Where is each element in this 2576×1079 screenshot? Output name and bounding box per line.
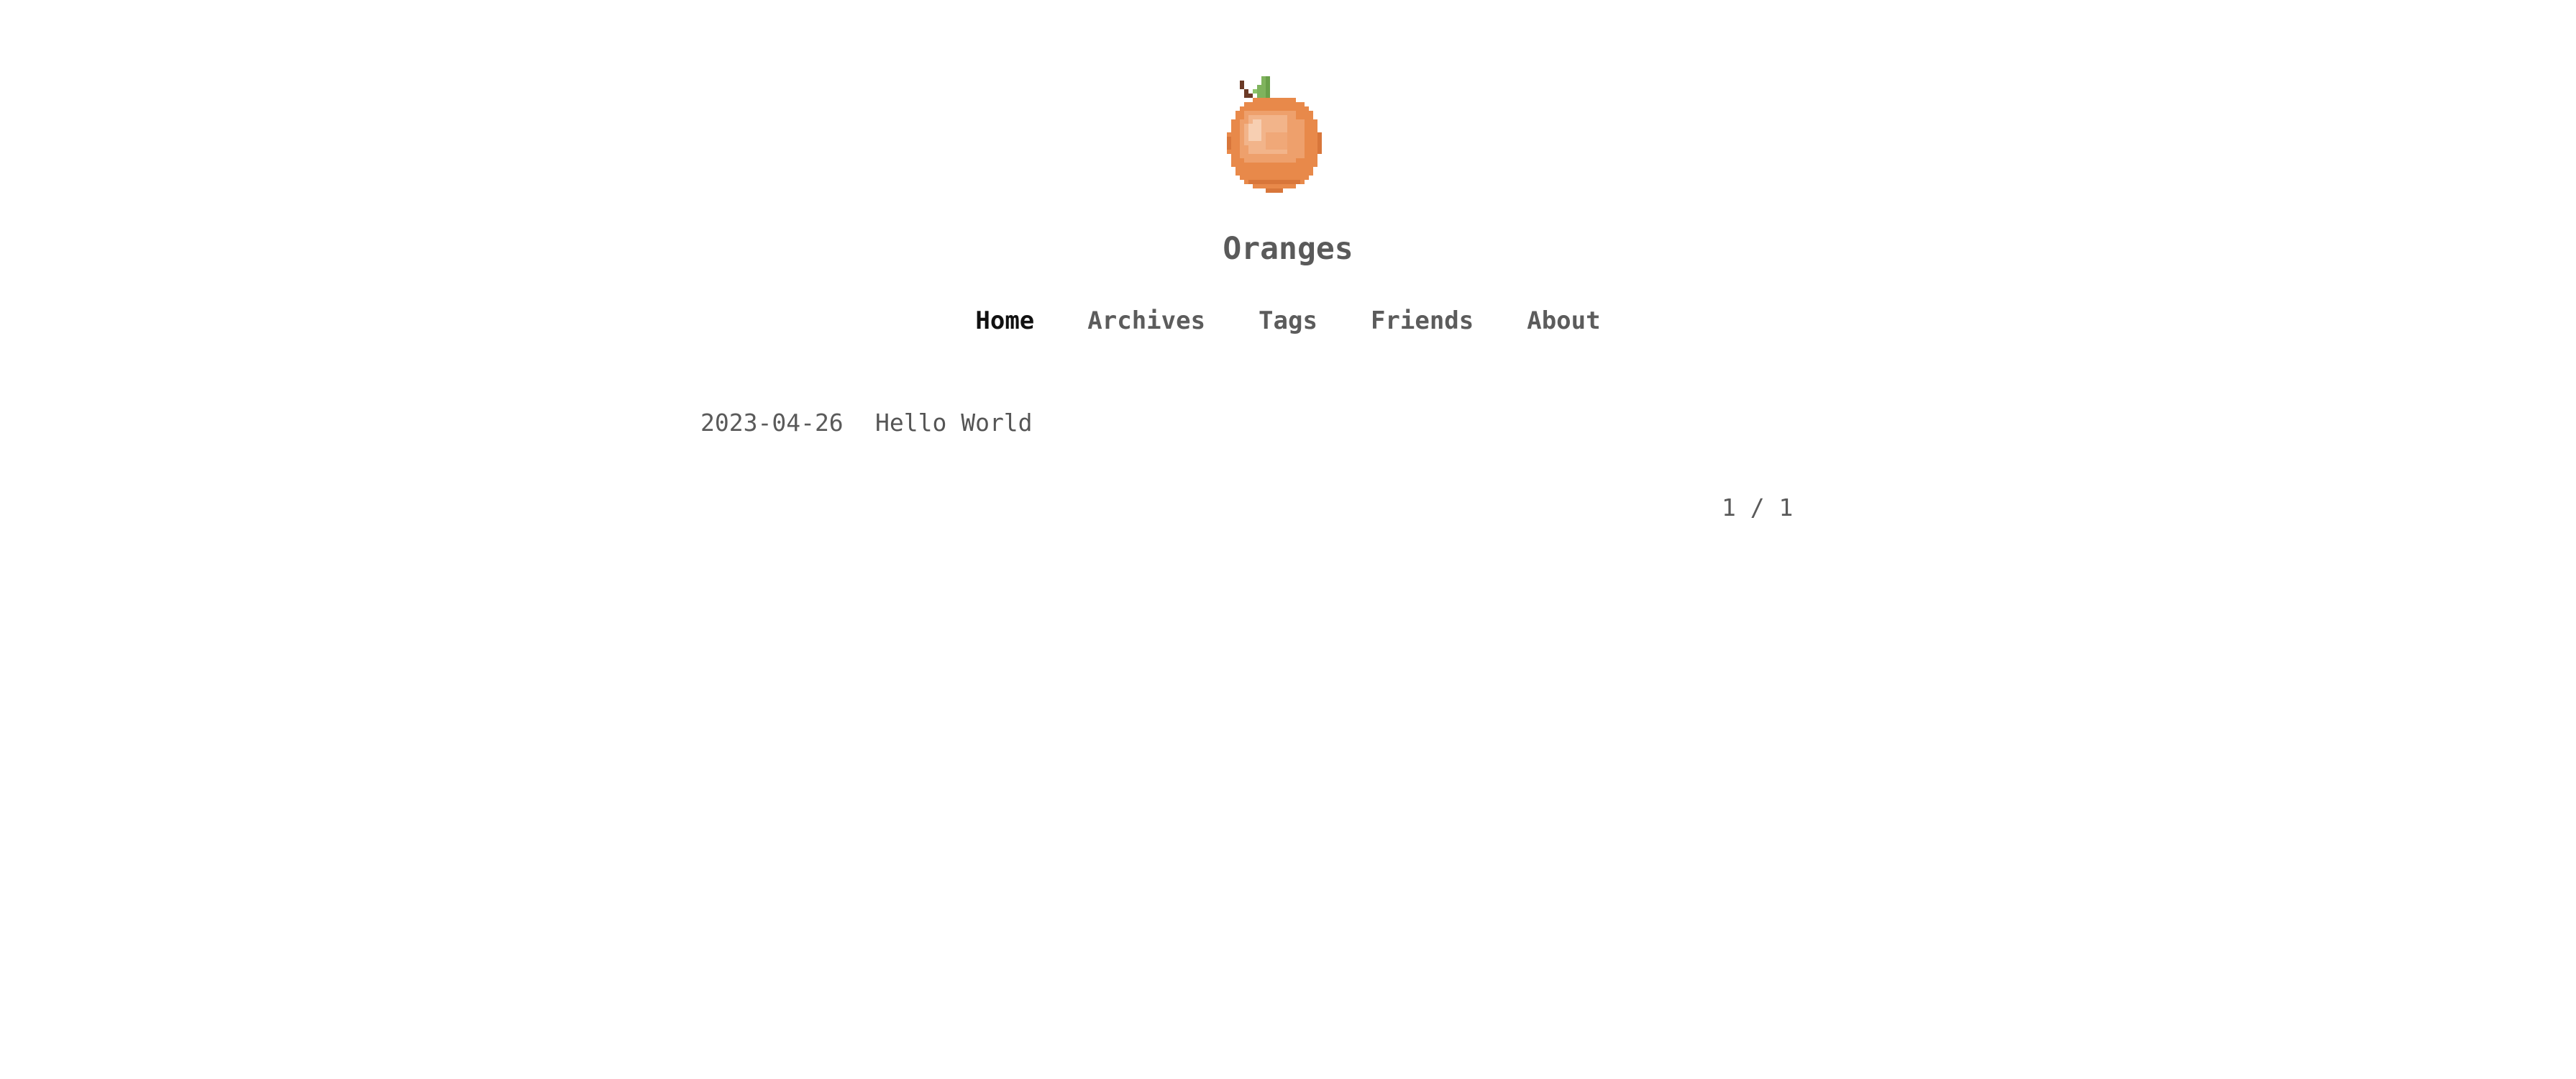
orange-logo-icon[interactable] [1227,76,1348,206]
post-date: 2023-04-26 [700,409,844,437]
post-title-link[interactable]: Hello World [875,403,1033,443]
site-title[interactable]: Oranges [0,227,2576,270]
main-nav: Home Archives Tags Friends About [0,302,2576,340]
nav-archives[interactable]: Archives [1087,302,1205,340]
nav-home[interactable]: Home [975,302,1034,340]
post-list: 2023-04-26 Hello World [700,403,1033,443]
nav-tags[interactable]: Tags [1259,302,1317,340]
nav-about[interactable]: About [1527,302,1600,340]
nav-friends[interactable]: Friends [1371,302,1474,340]
pagination-indicator: 1 / 1 [1722,493,1794,522]
page: Oranges Home Archives Tags Friends About… [0,0,2576,1079]
post-list-item: 2023-04-26 Hello World [700,403,1033,443]
